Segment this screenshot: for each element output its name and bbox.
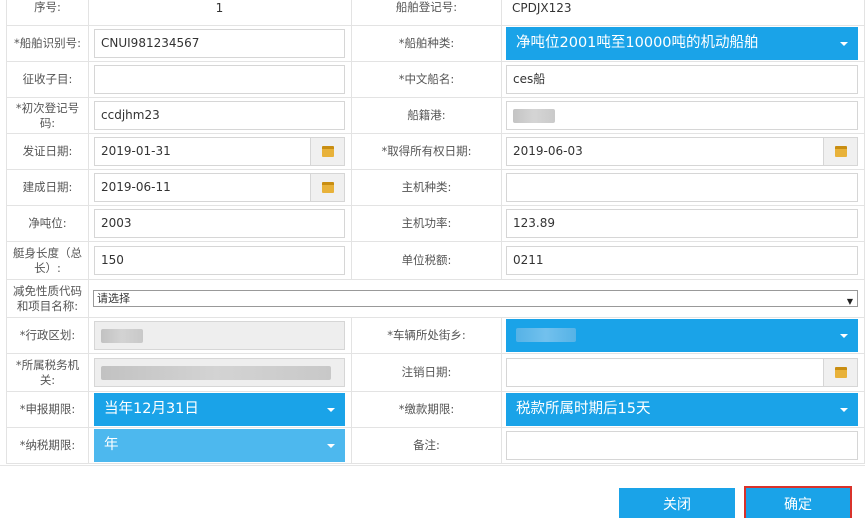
issue-date-label: 发证日期: <box>6 133 89 170</box>
vessel-type-value: 净吨位2001吨至10000吨的机动船舶 <box>516 35 759 51</box>
unit-tax-label: 单位税额: <box>351 241 502 280</box>
hull-length-label: 艇身长度（总长）: <box>6 241 89 280</box>
engine-type-label: 主机种类: <box>351 169 502 206</box>
port-of-registry-label: 船籍港: <box>351 97 502 134</box>
engine-type-input[interactable] <box>506 173 858 202</box>
street-township-select[interactable] <box>506 319 858 352</box>
exemption-code-select[interactable]: 请选择 ▼ <box>93 290 858 307</box>
form-row: 减免性质代码和项目名称: 请选择 ▼ <box>6 279 865 318</box>
form-row: *初次登记号码: ccdjhm23 船籍港: <box>6 97 865 134</box>
confirm-button[interactable]: 确定 <box>744 486 852 518</box>
chevron-down-icon: ▼ <box>846 297 853 306</box>
build-date-value: 2019-06-11 <box>101 180 171 194</box>
build-date-label: 建成日期: <box>6 169 89 206</box>
calendar-button[interactable] <box>823 359 857 386</box>
redacted-value <box>101 365 331 380</box>
vessel-type-label: *船舶种类: <box>351 25 502 62</box>
serial-number-label: 序号: <box>6 0 89 26</box>
net-tonnage-label: 净吨位: <box>6 205 89 242</box>
unit-tax-input[interactable]: 0211 <box>506 246 858 275</box>
chevron-down-icon <box>840 42 848 46</box>
chinese-name-label: *中文船名: <box>351 61 502 98</box>
vessel-tax-form: 序号: 1 船舶登记号: CPDJX123 *船舶识别号: CNUI981234… <box>0 0 865 465</box>
calendar-button[interactable] <box>823 138 857 165</box>
form-row: 艇身长度（总长）: 150 单位税额: 0211 <box>6 241 865 280</box>
calendar-icon <box>321 146 334 157</box>
chinese-name-input[interactable]: ces船 <box>506 65 858 94</box>
net-tonnage-input[interactable]: 2003 <box>94 209 345 238</box>
form-row: 建成日期: 2019-06-11 主机种类: <box>6 169 865 206</box>
vessel-id-input[interactable]: CNUI981234567 <box>94 29 345 58</box>
payment-deadline-select[interactable]: 税款所属时期后15天 <box>506 393 858 426</box>
tax-period-label: *纳税期限: <box>6 427 89 464</box>
redacted-value <box>513 108 555 123</box>
port-of-registry-input[interactable] <box>506 101 858 130</box>
calendar-button[interactable] <box>310 138 344 165</box>
dialog-footer: 关闭 确定 <box>0 465 865 518</box>
registration-number-value: CPDJX123 <box>501 0 865 26</box>
cancellation-date-label: 注销日期: <box>351 353 502 392</box>
exemption-code-value: 请选择 <box>97 292 130 305</box>
levy-subitem-label: 征收子目: <box>6 61 89 98</box>
chevron-down-icon <box>840 408 848 412</box>
engine-power-label: 主机功率: <box>351 205 502 242</box>
cancellation-date-input[interactable] <box>506 358 858 387</box>
filing-deadline-label: *申报期限: <box>6 391 89 428</box>
form-table: 序号: 1 船舶登记号: CPDJX123 *船舶识别号: CNUI981234… <box>6 0 865 464</box>
form-row: *船舶识别号: CNUI981234567 *船舶种类: 净吨位2001吨至10… <box>6 25 865 62</box>
form-row: *纳税期限: 年 备注: <box>6 427 865 464</box>
calendar-icon <box>321 182 334 193</box>
registration-number-label: 船舶登记号: <box>351 0 502 26</box>
form-row: 净吨位: 2003 主机功率: 123.89 <box>6 205 865 242</box>
hull-length-input[interactable]: 150 <box>94 246 345 275</box>
ownership-date-input[interactable]: 2019-06-03 <box>506 137 858 166</box>
admin-region-label: *行政区划: <box>6 317 89 354</box>
calendar-icon <box>834 367 847 378</box>
tax-period-value: 年 <box>104 437 119 453</box>
form-row: *申报期限: 当年12月31日 *缴款期限: 税款所属时期后15天 <box>6 391 865 428</box>
first-registration-input[interactable]: ccdjhm23 <box>94 101 345 130</box>
chevron-down-icon <box>840 334 848 338</box>
tax-authority-input[interactable] <box>94 358 345 387</box>
engine-power-input[interactable]: 123.89 <box>506 209 858 238</box>
issue-date-input[interactable]: 2019-01-31 <box>94 137 345 166</box>
calendar-button[interactable] <box>310 174 344 201</box>
vessel-type-select[interactable]: 净吨位2001吨至10000吨的机动船舶 <box>506 27 858 60</box>
payment-deadline-value: 税款所属时期后15天 <box>516 401 651 417</box>
redacted-value <box>516 328 576 342</box>
form-row: 发证日期: 2019-01-31 *取得所有权日期: 2019-06-03 <box>6 133 865 170</box>
ownership-date-value: 2019-06-03 <box>513 144 583 158</box>
chevron-down-icon <box>327 444 335 448</box>
chevron-down-icon <box>327 408 335 412</box>
tax-authority-label: *所属税务机关: <box>6 353 89 392</box>
build-date-input[interactable]: 2019-06-11 <box>94 173 345 202</box>
ownership-date-label: *取得所有权日期: <box>351 133 502 170</box>
admin-region-input[interactable] <box>94 321 345 350</box>
vessel-id-label: *船舶识别号: <box>6 25 89 62</box>
tax-period-select[interactable]: 年 <box>94 429 345 462</box>
serial-number-value: 1 <box>88 0 352 26</box>
filing-deadline-value: 当年12月31日 <box>104 401 199 417</box>
remarks-label: 备注: <box>351 427 502 464</box>
calendar-icon <box>834 146 847 157</box>
filing-deadline-select[interactable]: 当年12月31日 <box>94 393 345 426</box>
payment-deadline-label: *缴款期限: <box>351 391 502 428</box>
form-row: *所属税务机关: 注销日期: <box>6 353 865 392</box>
issue-date-value: 2019-01-31 <box>101 144 171 158</box>
form-row: 序号: 1 船舶登记号: CPDJX123 <box>6 0 865 26</box>
exemption-code-label: 减免性质代码和项目名称: <box>6 279 89 318</box>
levy-subitem-input[interactable] <box>94 65 345 94</box>
form-row: 征收子目: *中文船名: ces船 <box>6 61 865 98</box>
first-registration-label: *初次登记号码: <box>6 97 89 134</box>
close-button[interactable]: 关闭 <box>619 488 735 518</box>
redacted-value <box>101 328 143 343</box>
remarks-input[interactable] <box>506 431 858 460</box>
form-row: *行政区划: *车辆所处街乡: <box>6 317 865 354</box>
street-township-label: *车辆所处街乡: <box>351 317 502 354</box>
